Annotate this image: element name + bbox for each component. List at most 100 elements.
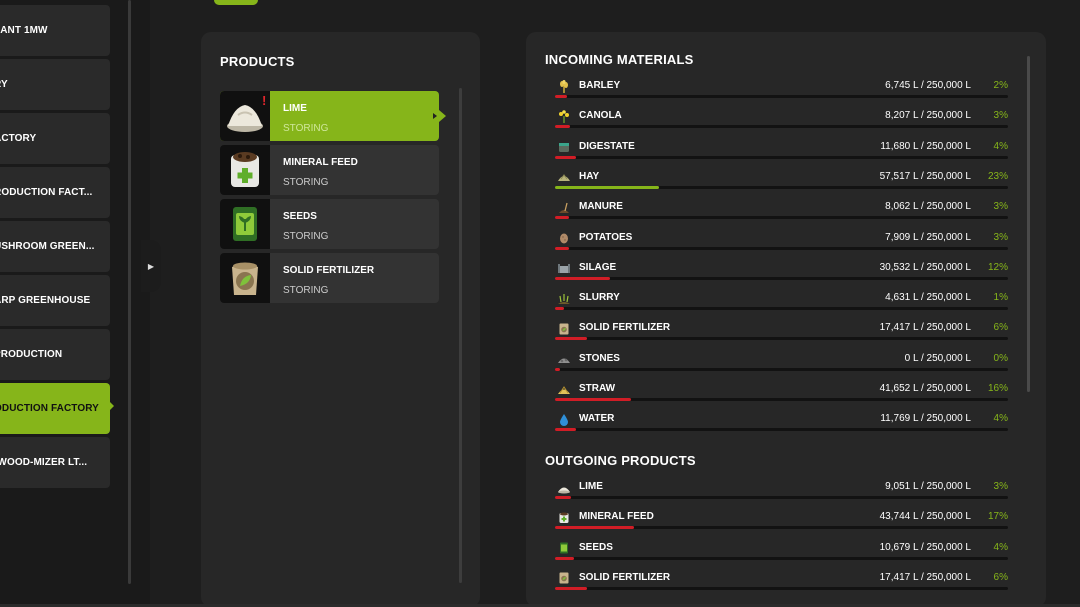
incoming-material-row: WATER 11,769 L / 250,000 L 4% [555, 413, 1008, 443]
outgoing-product-fill-bar [555, 586, 1008, 590]
sidebar-item-6[interactable]: PRODUCTION [0, 329, 110, 380]
outgoing-product-name: LIME [579, 481, 603, 492]
outgoing-product-name: MINERAL FEED [579, 511, 654, 523]
active-item-pointer [108, 400, 114, 412]
incoming-material-row: SILAGE 30,532 L / 250,000 L 12% [555, 262, 1008, 292]
straw-icon [555, 381, 572, 398]
incoming-material-fill-level [555, 398, 631, 401]
incoming-material-fill-level [555, 428, 576, 432]
outgoing-product-percent: 6% [993, 571, 1008, 583]
outgoing-products-heading: OUTGOING PRODUCTS [545, 453, 696, 468]
incoming-material-percent: 4% [993, 413, 1008, 425]
potato-icon [555, 230, 572, 247]
outgoing-product-name: SOLID FERTILIZER [579, 571, 671, 583]
products-heading: PRODUCTS [220, 54, 295, 69]
mineral-feed-bag-icon [220, 145, 270, 195]
outgoing-product-fill-level [555, 496, 571, 499]
product-status: STORING [283, 285, 329, 296]
outgoing-product-row: LIME 9,051 L / 250,000 L 3% [555, 481, 1008, 511]
incoming-material-row: BARLEY 6,745 L / 250,000 L 2% [555, 79, 1008, 110]
outgoing-product-row: SEEDS 10,679 L / 250,000 L 4% [555, 542, 1008, 572]
manure-icon [555, 199, 572, 216]
product-name: LIME [283, 103, 307, 114]
incoming-material-amount: 8,207 L / 250,000 L [885, 110, 971, 122]
silage-icon [555, 260, 572, 277]
fertilizer-icon [555, 570, 572, 587]
outgoing-product-fill-bar [555, 496, 1008, 499]
incoming-material-fill-bar [555, 337, 1008, 341]
incoming-material-fill-level [555, 125, 570, 129]
incoming-material-amount: 0 L / 250,000 L [904, 352, 971, 364]
incoming-material-fill-bar [555, 367, 1008, 371]
incoming-material-percent: 3% [993, 201, 1008, 213]
canola-icon [555, 108, 572, 125]
incoming-material-percent: 6% [993, 322, 1008, 334]
sidebar-item-2[interactable]: ACTORY [0, 113, 110, 164]
sidebar-item-3[interactable]: RODUCTION FACT... [0, 167, 110, 218]
incoming-material-row: CANOLA 8,207 L / 250,000 L 3% [555, 108, 1008, 140]
incoming-material-name: BARLEY [579, 80, 621, 91]
incoming-material-fill-bar [555, 428, 1008, 432]
outgoing-product-fill-bar [555, 526, 1008, 530]
product-name: SEEDS [283, 211, 317, 222]
incoming-material-name: STRAW [579, 383, 616, 394]
product-status: STORING [283, 123, 329, 134]
products-scrollbar[interactable] [459, 88, 462, 583]
incoming-material-percent: 16% [987, 383, 1008, 394]
incoming-material-name: MANURE [579, 201, 623, 213]
product-item-mineral-feed[interactable]: MINERAL FEED STORING [220, 145, 439, 195]
seeds-icon [555, 540, 572, 557]
incoming-material-row: POTATOES 7,909 L / 250,000 L 3% [555, 232, 1008, 262]
product-item-solid-fertilizer[interactable]: SOLID FERTILIZER STORING [220, 253, 439, 303]
outgoing-product-fill-level [555, 556, 574, 560]
product-item-lime[interactable]: ! LIME STORING [220, 91, 446, 141]
incoming-material-fill-level [555, 185, 659, 189]
sidebar-item-5[interactable]: ARP GREENHOUSE [0, 275, 110, 326]
incoming-material-percent: 4% [993, 140, 1008, 152]
incoming-material-amount: 17,417 L / 250,000 L [879, 322, 971, 334]
outgoing-product-row: SOLID FERTILIZER 17,417 L / 250,000 L 6% [555, 572, 1008, 602]
incoming-material-row: DIGESTATE 11,680 L / 250,000 L 4% [555, 141, 1008, 171]
selected-pointer [439, 110, 446, 122]
outgoing-product-amount: 10,679 L / 250,000 L [879, 541, 971, 553]
incoming-material-amount: 7,909 L / 250,000 L [885, 231, 971, 243]
incoming-material-name: CANOLA [579, 110, 622, 122]
warning-icon: ! [262, 93, 267, 108]
outgoing-product-fill-level [555, 526, 634, 530]
fertilizer-icon [555, 320, 572, 337]
sidebar-item-0[interactable]: LANT 1MW [0, 5, 110, 56]
incoming-material-name: STONES [579, 352, 620, 364]
sidebar-scrollbar[interactable] [128, 0, 131, 584]
product-name: SOLID FERTILIZER [283, 265, 375, 276]
chevron-right-icon: ▶ [147, 261, 155, 271]
incoming-material-fill-bar [555, 155, 1008, 159]
hay-icon [555, 169, 572, 186]
outgoing-product-amount: 43,744 L / 250,000 L [879, 511, 971, 523]
sidebar-item-1[interactable]: RY [0, 59, 110, 110]
incoming-material-amount: 11,680 L / 250,000 L [880, 140, 971, 152]
lime-pile-icon: ! [220, 91, 270, 141]
sidebar-item-4[interactable]: USHROOM GREEN... [0, 221, 110, 272]
incoming-material-fill-bar [555, 95, 1008, 98]
incoming-material-fill-bar [555, 185, 1008, 189]
outgoing-product-name: SEEDS [579, 541, 613, 553]
incoming-material-percent: 3% [993, 231, 1008, 243]
incoming-material-name: SOLID FERTILIZER [579, 322, 671, 334]
incoming-material-percent: 3% [993, 110, 1008, 122]
outgoing-product-row: MINERAL FEED 43,744 L / 250,000 L 17% [555, 511, 1008, 541]
sidebar-toggle-button[interactable]: ▶ [141, 240, 161, 292]
incoming-material-fill-level [555, 155, 576, 159]
incoming-material-fill-level [555, 307, 564, 311]
incoming-material-percent: 2% [993, 80, 1008, 91]
incoming-material-name: DIGESTATE [579, 140, 635, 152]
incoming-material-fill-level [555, 216, 569, 220]
materials-scrollbar[interactable] [1027, 56, 1030, 392]
sidebar-item-7-active[interactable]: ODUCTION FACTORY [0, 383, 110, 434]
product-item-seeds[interactable]: SEEDS STORING [220, 199, 439, 249]
lime-icon [555, 479, 572, 496]
outgoing-product-amount: 17,417 L / 250,000 L [879, 571, 971, 583]
digestate-icon [555, 139, 572, 156]
sidebar-item-8[interactable]: (WOOD-MIZER LT... [0, 437, 110, 488]
chevron-right-icon [433, 113, 437, 119]
incoming-material-fill-bar [555, 307, 1008, 311]
